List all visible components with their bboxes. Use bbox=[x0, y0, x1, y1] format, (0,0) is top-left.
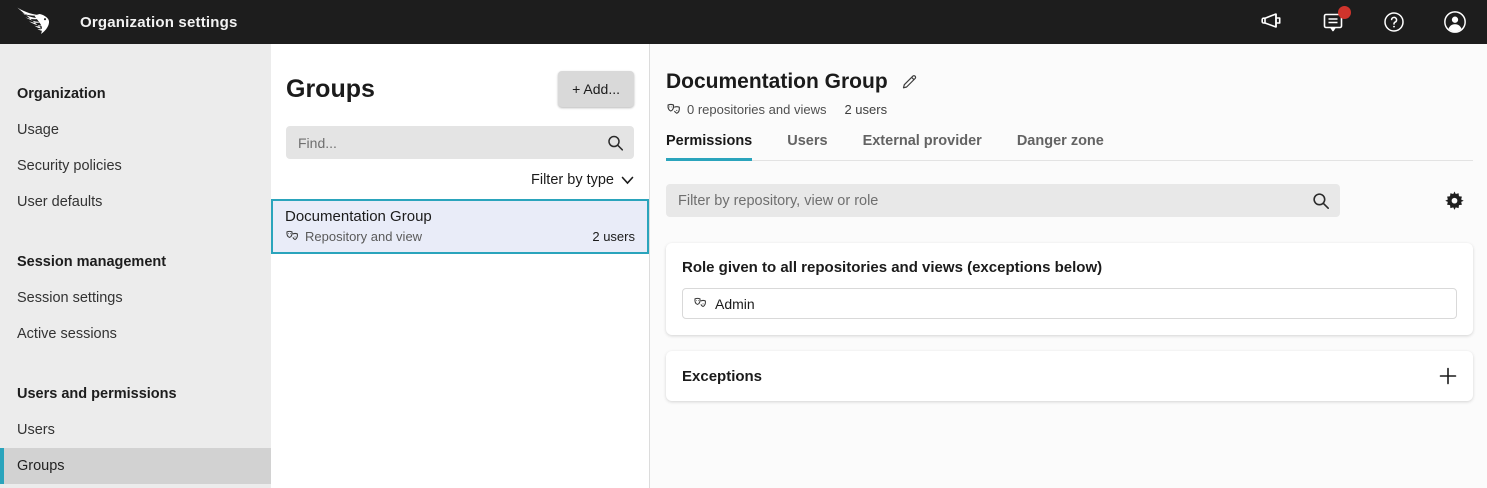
tab-danger-zone[interactable]: Danger zone bbox=[1017, 133, 1104, 161]
group-list-item[interactable]: Documentation Group Repository and view … bbox=[271, 199, 649, 254]
tab-external-provider[interactable]: External provider bbox=[863, 133, 982, 161]
sidebar-header-users-and-permissions: Users and permissions bbox=[0, 376, 271, 412]
selected-role-label: Admin bbox=[715, 296, 755, 312]
messages-icon[interactable] bbox=[1321, 10, 1345, 34]
page-title: Organization settings bbox=[80, 14, 238, 31]
sidebar-header-organization: Organization bbox=[0, 76, 271, 112]
notification-dot bbox=[1338, 6, 1351, 19]
sidebar-section-organization: Organization Usage Security policies Use… bbox=[0, 76, 271, 220]
filter-by-type-dropdown[interactable]: Filter by type bbox=[286, 172, 634, 188]
role-card-title: Role given to all repositories and views… bbox=[682, 259, 1457, 276]
group-type-masks-icon bbox=[285, 230, 299, 243]
group-list: Documentation Group Repository and view … bbox=[271, 199, 649, 254]
topbar-icons bbox=[1260, 10, 1467, 34]
role-card: Role given to all repositories and views… bbox=[666, 243, 1473, 335]
group-item-users: 2 users bbox=[592, 229, 635, 244]
detail-tabs: Permissions Users External provider Dang… bbox=[666, 133, 1473, 161]
search-icon bbox=[607, 134, 624, 151]
sidebar-item-active-sessions[interactable]: Active sessions bbox=[0, 316, 271, 352]
sidebar-item-session-settings[interactable]: Session settings bbox=[0, 280, 271, 316]
sidebar-item-security-policies[interactable]: Security policies bbox=[0, 148, 271, 184]
tab-permissions[interactable]: Permissions bbox=[666, 133, 752, 161]
avatar-icon[interactable] bbox=[1443, 10, 1467, 34]
group-stats-row: 0 repositories and views 2 users bbox=[666, 102, 1473, 117]
settings-sidebar: Organization Usage Security policies Use… bbox=[0, 44, 271, 488]
repositories-count-label: 0 repositories and views bbox=[687, 102, 826, 117]
search-icon bbox=[1312, 192, 1330, 210]
role-masks-icon bbox=[693, 297, 707, 310]
add-group-button[interactable]: + Add... bbox=[558, 71, 634, 107]
group-detail-title: Documentation Group bbox=[666, 70, 888, 94]
help-icon[interactable] bbox=[1382, 10, 1406, 34]
exceptions-card: Exceptions bbox=[666, 351, 1473, 401]
sidebar-item-usage[interactable]: Usage bbox=[0, 112, 271, 148]
megaphone-icon[interactable] bbox=[1260, 10, 1284, 34]
group-item-name: Documentation Group bbox=[285, 208, 635, 225]
filter-permissions-input[interactable] bbox=[666, 184, 1340, 217]
sidebar-section-session-management: Session management Session settings Acti… bbox=[0, 244, 271, 352]
tab-users[interactable]: Users bbox=[787, 133, 827, 161]
role-select[interactable]: Admin bbox=[682, 288, 1457, 319]
main-layout: Organization Usage Security policies Use… bbox=[0, 44, 1487, 488]
group-type-masks-icon bbox=[666, 103, 681, 117]
add-exception-plus-icon[interactable] bbox=[1439, 367, 1457, 385]
sidebar-header-session-management: Session management bbox=[0, 244, 271, 280]
filter-by-type-label: Filter by type bbox=[531, 172, 614, 188]
crowdstrike-falcon-logo[interactable] bbox=[12, 4, 58, 40]
find-groups-input[interactable] bbox=[286, 126, 634, 159]
users-count-label: 2 users bbox=[844, 102, 887, 117]
sidebar-item-users[interactable]: Users bbox=[0, 412, 271, 448]
groups-list-panel: Groups + Add... Filter by type Documenta… bbox=[271, 44, 650, 488]
gear-icon[interactable] bbox=[1445, 191, 1464, 210]
chevron-down-icon bbox=[621, 176, 634, 185]
sidebar-section-users-permissions: Users and permissions Users Groups bbox=[0, 376, 271, 484]
topbar: Organization settings bbox=[0, 0, 1487, 44]
group-item-type: Repository and view bbox=[305, 229, 422, 244]
groups-panel-title: Groups bbox=[286, 75, 375, 104]
sidebar-item-user-defaults[interactable]: User defaults bbox=[0, 184, 271, 220]
sidebar-item-groups[interactable]: Groups bbox=[0, 448, 271, 484]
exceptions-title: Exceptions bbox=[682, 368, 762, 385]
edit-group-name-pencil-icon[interactable] bbox=[901, 74, 918, 91]
group-detail-panel: Documentation Group 0 repositories and v… bbox=[650, 44, 1487, 488]
